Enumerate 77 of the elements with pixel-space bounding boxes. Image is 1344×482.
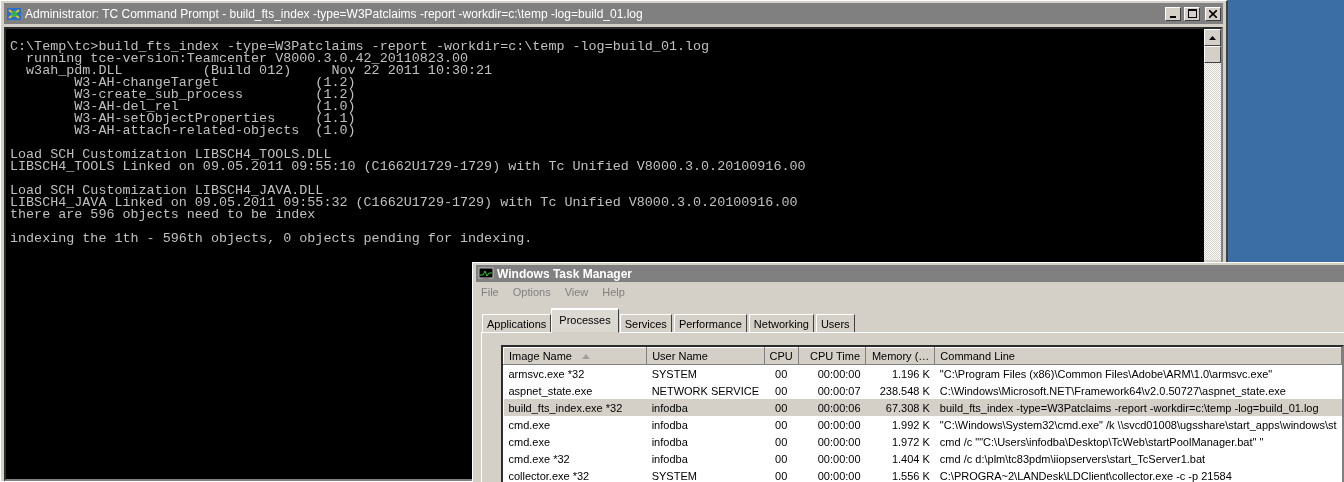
table-cell-text: 1.404 K — [890, 451, 931, 467]
scroll-thumb[interactable] — [1204, 46, 1221, 63]
table-cell-text: C:\PROGRA~2\LANDesk\LDClient\collector.exe -c -p 21584 — [938, 468, 1233, 482]
table-cell: 00:00:00 — [798, 364, 866, 382]
table-cell: 00 — [764, 416, 799, 433]
console-line: W3-create_sub_process (1.2) — [73, 89, 357, 101]
table-cell: build_fts_index -type=W3Patclaims -report -workdir=c:\temp -log=build_01.log — [934, 399, 1342, 416]
table-cell: NETWORK SERVICE — [646, 382, 765, 399]
table-cell-text: 00:00:00 — [816, 451, 862, 467]
scrollbar[interactable] — [1204, 29, 1221, 260]
table-cell: "C:\Program Files (x86)\Common Files\Adobe\ARM\1.0\armsvc.exe" — [934, 364, 1342, 382]
table-cell: cmd.exe — [503, 416, 647, 433]
table-cell-text: infodba — [650, 434, 689, 450]
console-line: indexing the 1th - 596th objects, 0 objects pending for indexing. — [10, 233, 534, 245]
column-header[interactable]: Image Name — [503, 347, 647, 365]
table-cell: aspnet_state.exe — [503, 382, 647, 399]
table-cell-text: 1.556 K — [890, 468, 931, 482]
console-line: there are 596 objects need to be index — [10, 209, 317, 221]
console-line: Load SCH Customization LIBSCH4_JAVA.DLL — [10, 185, 324, 197]
table-cell: 00 — [764, 364, 799, 382]
maximize-button[interactable] — [1184, 6, 1200, 21]
minimize-button[interactable] — [1165, 6, 1181, 21]
window-title: Administrator: TC Command Prompt - build_fts_index -type=W3Patclaims -report -workdir=c:\temp -log=build_01.log — [25, 6, 644, 21]
up-arrow-icon — [1209, 35, 1216, 40]
table-cell-text: cmd /c ""C:\Users\infodba\Desktop\TcWeb\startPoolManager.bat" " — [938, 434, 1265, 450]
table-cell: 00 — [764, 399, 799, 416]
table-cell-text: cmd.exe *32 — [507, 451, 571, 467]
tab[interactable]: Processes — [551, 308, 619, 333]
table-cell: SYSTEM — [646, 364, 765, 382]
table-cell-text: infodba — [650, 451, 689, 467]
close-icon — [1209, 9, 1217, 18]
column-header[interactable]: User Name — [646, 347, 765, 365]
window-title: Windows Task Manager — [497, 266, 633, 281]
table-cell-text: 00 — [774, 468, 789, 482]
console-line: W3-AH-del_rel (1.0) — [73, 101, 357, 113]
table-cell: build_fts_index.exe *32 — [503, 399, 647, 416]
console-app-icon — [6, 5, 22, 22]
console-line: W3-AH-attach-related-objects (1.0) — [73, 125, 357, 137]
table-cell: 1.992 K — [865, 416, 935, 433]
table-cell-text: cmd /c d:\plm\tc83pdm\iiopservers\start_TcServer1.bat — [938, 451, 1207, 467]
minimize-icon — [1170, 15, 1176, 18]
table-cell: infodba — [646, 416, 765, 433]
table-cell: 00:00:07 — [798, 382, 866, 399]
column-header[interactable]: CPU — [764, 347, 799, 365]
table-cell: armsvc.exe *32 — [503, 364, 647, 382]
console-line: running tce-version:Teamcenter V8000.3.0.42_20110823.00 — [26, 53, 469, 65]
table-cell-text: 00:00:00 — [816, 434, 862, 450]
table-cell: "C:\Windows\System32\cmd.exe" /k \\svcd01008\ugsshare\start_apps\windows\st — [934, 416, 1342, 433]
table-cell-text: collector.exe *32 — [507, 468, 591, 482]
console-line: LIBSCH4_TOOLS Linked on 09.05.2011 09:55:10 (C1662U1729-1729) with Tc Unified V8000.3.0.20100916.00 — [10, 161, 807, 173]
tab[interactable]: Services — [619, 314, 672, 333]
table-cell: 00:00:06 — [798, 399, 866, 416]
table-cell-text: cmd.exe — [507, 434, 552, 450]
table-cell: 00:00:00 — [798, 416, 866, 433]
console-line: W3-AH-changeTarget (1.2) — [74, 77, 357, 89]
console-line: C:\Temp\tc>build_fts_index -type=W3Patclaims -report -workdir=c:\temp -log=build_01.log — [10, 41, 711, 53]
table-cell-text: SYSTEM — [650, 468, 698, 482]
scroll-up-button[interactable] — [1204, 29, 1221, 46]
console-line: w3ah_pdm.DLL (Build 012) Nov 22 2011 10:30:21 — [25, 65, 494, 77]
table-cell-text: 00 — [774, 434, 789, 450]
column-header[interactable]: CPU Time — [798, 347, 866, 365]
console-line: Load SCH Customization LIBSCH4_TOOLS.DLL — [10, 149, 332, 161]
console-line: W3-AH-setObjectProperties (1.1) — [73, 113, 357, 125]
close-button[interactable] — [1205, 6, 1221, 21]
table-cell-text: 00:00:00 — [816, 468, 862, 482]
table-cell-text: 00 — [774, 451, 789, 467]
table-cell: infodba — [646, 399, 765, 416]
table-cell: 67.308 K — [865, 399, 935, 416]
table-cell: 00 — [764, 382, 799, 399]
table-cell: 238.548 K — [865, 382, 935, 399]
table-cell: 1.196 K — [865, 364, 935, 382]
column-header[interactable]: Command Line — [934, 347, 1342, 365]
table-cell: C:\Windows\Microsoft.NET\Framework64\v2.0.50727\aspnet_state.exe — [934, 382, 1342, 399]
column-header[interactable]: Memory (… — [865, 347, 935, 365]
maximize-icon — [1187, 9, 1197, 18]
console-line: LIBSCH4_JAVA Linked on 09.05.2011 09:55:32 (C1662U1729-1729) with Tc Unified V8000.3.0.20100916.00 — [10, 197, 799, 209]
table-cell-text: 1.972 K — [890, 434, 931, 450]
